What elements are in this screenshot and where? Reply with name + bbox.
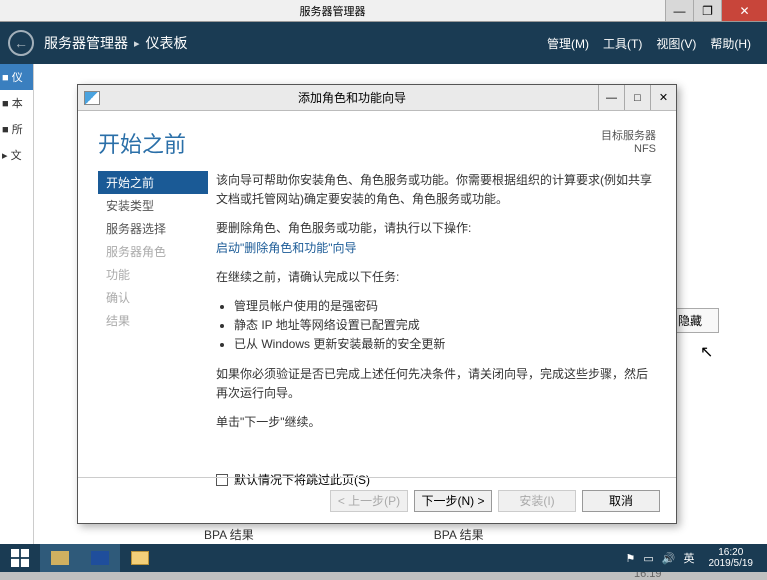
content-precheck: 在继续之前，请确认完成以下任务: (216, 268, 656, 287)
taskbar-explorer[interactable] (120, 544, 160, 572)
nav-all[interactable]: ■ 所 (0, 116, 33, 142)
server-manager-header: ← 服务器管理器 ▸ 仪表板 管理(M) 工具(T) 视图(V) 帮助(H) (0, 22, 767, 64)
menu-help[interactable]: 帮助(H) (710, 35, 751, 52)
destination-label: 目标服务器 (601, 127, 656, 143)
prereq-list: 管理员帐户使用的是强密码 静态 IP 地址等网络设置已配置完成 已从 Windo… (216, 297, 656, 355)
server-manager-body: 隐藏 性能 性能 BPA 结果 服务 性能 BPA 结果 2019/5/19 1… (34, 64, 767, 544)
cancel-button[interactable]: 取消 (582, 490, 660, 512)
sidebar-step-features: 功能 (98, 263, 208, 286)
sidebar-step-results: 结果 (98, 309, 208, 332)
outer-close-button[interactable]: ✕ (721, 0, 767, 21)
sidebar-step-server-selection[interactable]: 服务器选择 (98, 217, 208, 240)
server-manager-nav: ■ 仪 ■ 本 ■ 所 ▸ 文 (0, 64, 34, 544)
prereq-password: 管理员帐户使用的是强密码 (234, 297, 656, 316)
outer-maximize-button[interactable]: ❐ (693, 0, 721, 21)
install-button: 安装(I) (498, 490, 576, 512)
wizard-sidebar: 开始之前 安装类型 服务器选择 服务器角色 功能 确认 结果 (98, 167, 208, 467)
tray-flag-icon[interactable]: ⚑ (626, 552, 636, 565)
wizard-maximize-button[interactable]: □ (624, 85, 650, 110)
start-button[interactable] (0, 544, 40, 572)
outer-window-title: 服务器管理器 (0, 3, 665, 19)
destination-value: NFS (601, 143, 656, 155)
previous-button: < 上一步(P) (330, 490, 408, 512)
content-remove: 要删除角色、角色服务或功能，请执行以下操作: 启动"删除角色和功能"向导 (216, 219, 656, 257)
wizard-heading: 开始之前 (98, 127, 186, 159)
prereq-updates: 已从 Windows 更新安装最新的安全更新 (234, 335, 656, 354)
content-next: 单击"下一步"继续。 (216, 413, 656, 432)
prereq-ip: 静态 IP 地址等网络设置已配置完成 (234, 316, 656, 335)
clock-date: 2019/5/19 (709, 558, 754, 569)
menu-manage[interactable]: 管理(M) (547, 35, 589, 52)
nav-file[interactable]: ▸ 文 (0, 142, 33, 168)
wizard-body: 开始之前 安装类型 服务器选择 服务器角色 功能 确认 结果 该向导可帮助你安装… (78, 167, 676, 467)
nav-local[interactable]: ■ 本 (0, 90, 33, 116)
wizard-footer: < 上一步(P) 下一步(N) > 安装(I) 取消 (78, 477, 676, 523)
content-intro: 该向导可帮助你安装角色、角色服务或功能。你需要根据组织的计算要求(例如共享文档或… (216, 171, 656, 209)
breadcrumb-separator: ▸ (134, 37, 140, 50)
sidebar-step-install-type[interactable]: 安装类型 (98, 194, 208, 217)
wizard-close-button[interactable]: ✕ (650, 85, 676, 110)
breadcrumb-page: 仪表板 (146, 33, 188, 53)
wizard-destination: 目标服务器 NFS (601, 127, 656, 155)
wizard-titlebar[interactable]: 添加角色和功能向导 — □ ✕ (78, 85, 676, 111)
header-menus: 管理(M) 工具(T) 视图(V) 帮助(H) (547, 35, 767, 52)
tray-clock[interactable]: 16:20 2019/5/19 (703, 545, 760, 571)
back-button[interactable]: ← (8, 30, 34, 56)
nav-dashboard[interactable]: ■ 仪 (0, 64, 33, 90)
breadcrumb-app: 服务器管理器 (44, 33, 128, 53)
taskbar-server-manager[interactable] (40, 544, 80, 572)
sidebar-step-before[interactable]: 开始之前 (98, 171, 208, 194)
tray-network-icon[interactable]: ▭ (643, 552, 653, 565)
tile-bpa[interactable]: BPA 结果 (204, 526, 254, 543)
tray-sound-icon[interactable]: 🔊 (662, 552, 676, 565)
taskbar-powershell[interactable] (80, 544, 120, 572)
outer-minimize-button[interactable]: — (665, 0, 693, 21)
menu-view[interactable]: 视图(V) (656, 35, 696, 52)
tile-bpa-2[interactable]: BPA 结果 (434, 526, 484, 543)
menu-tools[interactable]: 工具(T) (603, 35, 642, 52)
add-roles-wizard-dialog: 添加角色和功能向导 — □ ✕ 开始之前 目标服务器 NFS 开始之前 安装类型 (77, 84, 677, 524)
clock-time: 16:20 (709, 547, 754, 558)
sidebar-step-server-roles: 服务器角色 (98, 240, 208, 263)
wizard-header: 开始之前 目标服务器 NFS (78, 111, 676, 167)
tray-ime[interactable]: 英 (684, 550, 695, 566)
windows-logo-icon (11, 549, 29, 567)
remove-roles-link[interactable]: 启动"删除角色和功能"向导 (216, 241, 357, 255)
taskbar: ⚑ ▭ 🔊 英 16:20 2019/5/19 (0, 544, 767, 572)
wizard-title: 添加角色和功能向导 (106, 89, 598, 106)
server-manager-window: ← 服务器管理器 ▸ 仪表板 管理(M) 工具(T) 视图(V) 帮助(H) ■… (0, 22, 767, 544)
wizard-icon (84, 91, 100, 105)
wizard-content: 该向导可帮助你安装角色、角色服务或功能。你需要根据组织的计算要求(例如共享文档或… (208, 167, 656, 467)
wizard-minimize-button[interactable]: — (598, 85, 624, 110)
content-verify: 如果你必须验证是否已完成上述任何先决条件，请关闭向导，完成这些步骤，然后再次运行… (216, 365, 656, 403)
outer-window-controls: — ❐ ✕ (665, 0, 767, 21)
system-tray: ⚑ ▭ 🔊 英 16:20 2019/5/19 (626, 545, 767, 571)
next-button[interactable]: 下一步(N) > (414, 490, 492, 512)
outer-window-titlebar: 服务器管理器 — ❐ ✕ (0, 0, 767, 22)
sidebar-step-confirm: 确认 (98, 286, 208, 309)
